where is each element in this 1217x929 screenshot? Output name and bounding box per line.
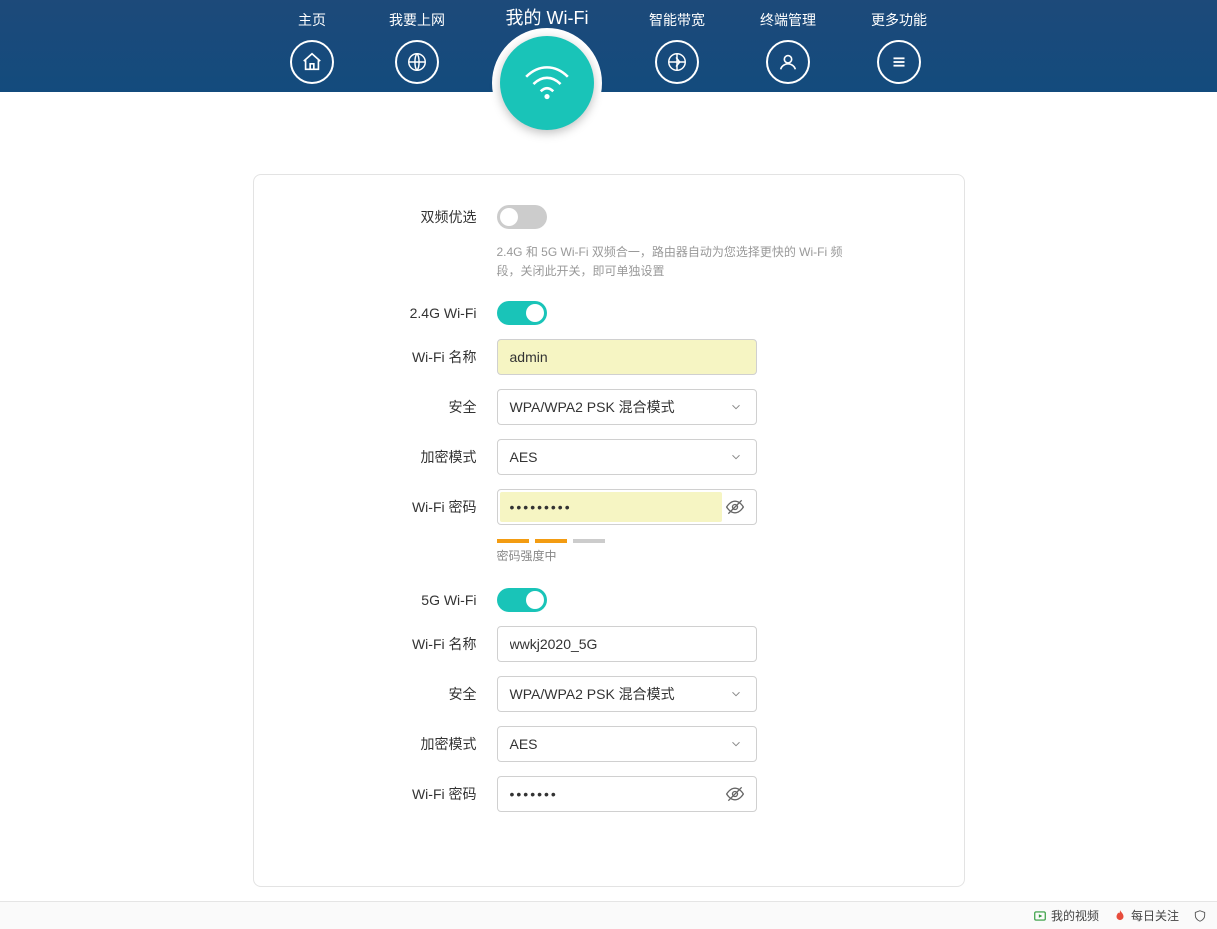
nav-bandwidth-label: 智能带宽 xyxy=(649,10,705,30)
chevron-down-icon xyxy=(728,686,744,702)
browser-bottom-bar: 我的视频 每日关注 xyxy=(0,901,1217,929)
globe-icon xyxy=(395,40,439,84)
bottom-shield[interactable] xyxy=(1193,909,1207,923)
wifi-name-label-24: Wi-Fi 名称 xyxy=(329,347,497,367)
encryption-value-24: AES xyxy=(510,449,538,465)
security-select-5[interactable]: WPA/WPA2 PSK 混合模式 xyxy=(497,676,757,712)
row-5-encryption: 加密模式 AES xyxy=(329,726,889,762)
wifi-name-input-24[interactable] xyxy=(497,339,757,375)
row-dualband: 双频优选 xyxy=(329,205,889,229)
nav-list: 主页 我要上网 我的 Wi-Fi 智能带宽 xyxy=(290,10,927,130)
password-input-24[interactable] xyxy=(497,489,757,525)
settings-card: 双频优选 2.4G 和 5G Wi-Fi 双频合一，路由器自动为您选择更快的 W… xyxy=(253,174,965,887)
encryption-label-5: 加密模式 xyxy=(329,734,497,754)
chevron-down-icon xyxy=(728,449,744,465)
nav-more[interactable]: 更多功能 xyxy=(871,10,927,84)
row-5g: 5G Wi-Fi xyxy=(329,588,889,612)
row-5-password: Wi-Fi 密码 xyxy=(329,776,889,812)
nav-wifi-label: 我的 Wi-Fi xyxy=(506,4,589,30)
flame-icon xyxy=(1113,909,1127,923)
security-label-24: 安全 xyxy=(329,397,497,417)
wifi-icon xyxy=(500,36,594,130)
chevron-down-icon xyxy=(728,736,744,752)
wifi-name-field-24[interactable] xyxy=(510,340,744,374)
password-label-5: Wi-Fi 密码 xyxy=(329,784,497,804)
band5-label: 5G Wi-Fi xyxy=(329,592,497,608)
row-5-security: 安全 WPA/WPA2 PSK 混合模式 xyxy=(329,676,889,712)
home-icon xyxy=(290,40,334,84)
password-label-24: Wi-Fi 密码 xyxy=(329,497,497,517)
band24-toggle[interactable] xyxy=(497,301,547,325)
nav-bandwidth[interactable]: 智能带宽 xyxy=(649,10,705,84)
bottom-daily[interactable]: 每日关注 xyxy=(1113,907,1179,924)
row-24-password: Wi-Fi 密码 xyxy=(329,489,889,525)
password-input-5[interactable] xyxy=(497,776,757,812)
shield-icon xyxy=(1193,909,1207,923)
bottom-daily-label: 每日关注 xyxy=(1131,907,1179,924)
nav-more-label: 更多功能 xyxy=(871,10,927,30)
row-24-security: 安全 WPA/WPA2 PSK 混合模式 xyxy=(329,389,889,425)
nav-wifi[interactable]: 我的 Wi-Fi xyxy=(500,4,594,130)
band5-toggle[interactable] xyxy=(497,588,547,612)
nav-devices[interactable]: 终端管理 xyxy=(760,10,816,84)
security-value-5: WPA/WPA2 PSK 混合模式 xyxy=(510,684,675,704)
eye-off-icon[interactable] xyxy=(722,781,748,807)
user-icon xyxy=(766,40,810,84)
nav-home[interactable]: 主页 xyxy=(290,10,334,84)
wifi-name-field-5[interactable] xyxy=(510,627,744,661)
band24-label: 2.4G Wi-Fi xyxy=(329,305,497,321)
password-field-5[interactable] xyxy=(510,779,712,809)
nav-internet[interactable]: 我要上网 xyxy=(389,10,445,84)
menu-icon xyxy=(877,40,921,84)
security-label-5: 安全 xyxy=(329,684,497,704)
encryption-select-5[interactable]: AES xyxy=(497,726,757,762)
dualband-toggle[interactable] xyxy=(497,205,547,229)
bottom-video-label: 我的视频 xyxy=(1051,907,1099,924)
eye-off-icon[interactable] xyxy=(722,494,748,520)
security-value-24: WPA/WPA2 PSK 混合模式 xyxy=(510,397,675,417)
password-strength-bar xyxy=(497,539,889,543)
play-icon xyxy=(1033,909,1047,923)
row-5-name: Wi-Fi 名称 xyxy=(329,626,889,662)
row-24g: 2.4G Wi-Fi xyxy=(329,301,889,325)
nav-home-label: 主页 xyxy=(298,10,326,30)
dualband-hint: 2.4G 和 5G Wi-Fi 双频合一，路由器自动为您选择更快的 Wi-Fi … xyxy=(497,243,857,281)
row-24-encryption: 加密模式 AES xyxy=(329,439,889,475)
chevron-down-icon xyxy=(728,399,744,415)
nav-devices-label: 终端管理 xyxy=(760,10,816,30)
top-nav: 主页 我要上网 我的 Wi-Fi 智能带宽 xyxy=(0,0,1217,92)
row-24-name: Wi-Fi 名称 xyxy=(329,339,889,375)
dualband-label: 双频优选 xyxy=(329,207,497,227)
password-strength-label: 密码强度中 xyxy=(497,547,889,564)
bottom-video[interactable]: 我的视频 xyxy=(1033,907,1099,924)
wifi-form: 双频优选 2.4G 和 5G Wi-Fi 双频合一，路由器自动为您选择更快的 W… xyxy=(329,205,889,812)
password-field-24[interactable] xyxy=(510,492,712,522)
encryption-select-24[interactable]: AES xyxy=(497,439,757,475)
nav-internet-label: 我要上网 xyxy=(389,10,445,30)
wifi-name-input-5[interactable] xyxy=(497,626,757,662)
encryption-label-24: 加密模式 xyxy=(329,447,497,467)
security-select-24[interactable]: WPA/WPA2 PSK 混合模式 xyxy=(497,389,757,425)
speed-icon xyxy=(655,40,699,84)
encryption-value-5: AES xyxy=(510,736,538,752)
wifi-name-label-5: Wi-Fi 名称 xyxy=(329,634,497,654)
